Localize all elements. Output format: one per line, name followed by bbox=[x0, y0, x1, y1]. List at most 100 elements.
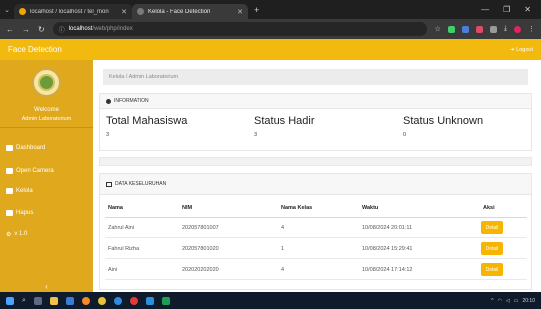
cell-kelas: 1 bbox=[281, 245, 285, 252]
profile-avatar-icon[interactable] bbox=[514, 25, 521, 33]
welcome-text: Welcome bbox=[34, 107, 59, 113]
information-title: INFORMATION bbox=[114, 98, 149, 104]
chrome-icon[interactable] bbox=[97, 296, 106, 305]
sidebar-item-kelola[interactable]: Kelola bbox=[6, 185, 90, 197]
url-path: /web/php/index bbox=[92, 26, 133, 32]
extension-shield-icon[interactable] bbox=[447, 25, 455, 33]
sidebar-divider bbox=[0, 127, 93, 128]
tray-chevron-icon[interactable]: ^ bbox=[491, 298, 493, 304]
forward-arrow-icon[interactable]: → bbox=[22, 25, 30, 34]
cell-nama: Aini bbox=[108, 266, 118, 273]
stat-value: 3 bbox=[106, 132, 110, 138]
app-blue-icon[interactable] bbox=[113, 296, 122, 305]
tab1-title: localhost / localhost / tel_mon bbox=[30, 8, 109, 15]
column-header-kelas: Nama Kelas bbox=[281, 204, 313, 211]
browser-menu-icon[interactable]: ⋮ bbox=[528, 25, 535, 33]
information-card-header: INFORMATION bbox=[100, 94, 531, 109]
browser-tab-1[interactable]: localhost / localhost / tel_mon ✕ bbox=[14, 4, 132, 19]
section-spacer bbox=[99, 157, 532, 166]
browser-tabstrip: ⌄ localhost / localhost / tel_mon ✕ Kelo… bbox=[0, 0, 541, 19]
app-title: Face Detection bbox=[8, 45, 62, 54]
back-arrow-icon[interactable]: ← bbox=[6, 25, 14, 34]
windows-start-icon[interactable] bbox=[6, 296, 14, 305]
sidebar-user-name: Admin Laboratorium bbox=[21, 116, 72, 122]
task-view-icon[interactable] bbox=[33, 296, 42, 305]
vscode-icon[interactable] bbox=[145, 296, 154, 305]
url-host: localhost bbox=[68, 26, 93, 32]
cell-nim: 202057801007 bbox=[182, 224, 219, 231]
cell-waktu: 10/08/2024 17:14:12 bbox=[362, 266, 413, 273]
app-header: Face Detection ⇥ Logout bbox=[0, 39, 541, 60]
new-tab-button[interactable]: + bbox=[254, 5, 259, 15]
table-row: Zahrul Aini 202057801007 4 10/08/2024 20… bbox=[105, 218, 527, 238]
sidebar-item-open-camera[interactable]: Open Camera bbox=[6, 165, 90, 177]
reload-icon[interactable]: ↻ bbox=[38, 25, 45, 34]
table-row: Aini 202020202020 4 10/08/2024 17:14:12 … bbox=[105, 260, 527, 280]
stat-title: Total Mahasiswa bbox=[106, 115, 188, 127]
logout-icon: ⇥ bbox=[509, 46, 515, 53]
info-icon bbox=[106, 98, 111, 104]
cell-nama: Fahrul Rizha bbox=[108, 245, 140, 252]
browser-tab-2[interactable]: Kelola - Face Detection ✕ bbox=[132, 4, 248, 19]
download-icon[interactable]: ⤓ bbox=[504, 25, 507, 33]
sidebar-item-version[interactable]: ⚙ v 1.0 bbox=[6, 228, 90, 240]
camera-icon bbox=[6, 168, 13, 174]
information-card: INFORMATION Total Mahasiswa 3 Status Had… bbox=[99, 93, 532, 151]
address-bar[interactable]: ⓘ localhost /web/php/index bbox=[52, 22, 427, 36]
cell-waktu: 10/08/2024 20:01:11 bbox=[362, 224, 413, 231]
volume-icon[interactable]: ◁ bbox=[506, 298, 510, 304]
detail-button[interactable]: Detail bbox=[481, 221, 503, 234]
excel-icon[interactable] bbox=[161, 296, 170, 305]
extension-red-icon[interactable] bbox=[475, 25, 483, 33]
table-icon bbox=[106, 181, 112, 187]
extension-puzzle-icon[interactable] bbox=[489, 25, 497, 33]
app-orange-icon[interactable] bbox=[81, 296, 90, 305]
tab2-close-icon[interactable]: ✕ bbox=[237, 8, 243, 16]
cell-waktu: 10/08/2024 15:29:41 bbox=[362, 245, 413, 252]
bookmark-star-icon[interactable]: ☆ bbox=[435, 25, 441, 33]
tab1-close-icon[interactable]: ✕ bbox=[121, 8, 127, 16]
logout-button[interactable]: ⇥ Logout bbox=[510, 47, 533, 53]
clock-time[interactable]: 20:10 bbox=[522, 298, 535, 304]
window-close-icon[interactable]: ✕ bbox=[524, 5, 531, 14]
wifi-icon[interactable]: ◠ bbox=[498, 298, 502, 304]
opera-icon[interactable] bbox=[129, 296, 138, 305]
detail-button[interactable]: Detail bbox=[481, 242, 503, 255]
detail-button[interactable]: Detail bbox=[481, 263, 503, 276]
extension-blue-icon[interactable] bbox=[461, 25, 469, 33]
extensions-area: ☆ ⤓ ⋮ bbox=[435, 25, 535, 33]
store-icon[interactable] bbox=[65, 296, 74, 305]
site-info-icon[interactable]: ⓘ bbox=[59, 25, 65, 34]
tab1-favicon-icon bbox=[19, 8, 26, 15]
sidebar-item-label: Open Camera bbox=[16, 168, 54, 174]
sidebar-item-dashboard[interactable]: Dashboard bbox=[6, 142, 90, 154]
file-explorer-icon[interactable] bbox=[49, 296, 58, 305]
stat-value: 3 bbox=[254, 132, 258, 138]
cell-kelas: 4 bbox=[281, 224, 285, 231]
tab-list-dropdown-icon[interactable]: ⌄ bbox=[0, 6, 14, 14]
minimize-icon[interactable]: — bbox=[481, 5, 489, 14]
breadcrumb: Kelola / Admin Laboratorium bbox=[103, 69, 528, 85]
sidebar-item-label: Kelola bbox=[16, 188, 33, 194]
data-table-header: DATA KESELURUHAN bbox=[100, 174, 531, 195]
table-row: Fahrul Rizha 202057801020 1 10/08/2024 1… bbox=[105, 239, 527, 259]
battery-icon[interactable]: ▭ bbox=[514, 298, 519, 304]
main-content: Kelola / Admin Laboratorium INFORMATION … bbox=[93, 60, 541, 292]
data-table-title: DATA KESELURUHAN bbox=[115, 181, 167, 187]
sidebar-item-hapus[interactable]: Hapus bbox=[6, 207, 90, 219]
sidebar-item-label: Dashboard bbox=[16, 145, 46, 151]
sidebar-collapse-button[interactable]: ‹ bbox=[0, 282, 93, 291]
search-icon[interactable]: ⌕ bbox=[22, 297, 26, 305]
logout-label: Logout bbox=[516, 46, 533, 53]
column-header-aksi: Aksi bbox=[483, 204, 495, 211]
sidebar-item-label: Hapus bbox=[16, 210, 34, 216]
window-controls: — ❐ ✕ bbox=[481, 5, 541, 14]
list-icon bbox=[6, 188, 13, 194]
stat-total-mahasiswa: Total Mahasiswa 3 bbox=[106, 115, 187, 138]
university-logo bbox=[32, 68, 61, 97]
tab2-favicon-icon bbox=[137, 8, 144, 15]
system-tray: ^ ◠ ◁ ▭ 20:10 bbox=[491, 298, 535, 304]
stat-title: Status Hadir bbox=[254, 115, 315, 127]
maximize-icon[interactable]: ❐ bbox=[503, 5, 510, 14]
stat-status-unknown: Status Unknown 0 bbox=[403, 115, 483, 138]
